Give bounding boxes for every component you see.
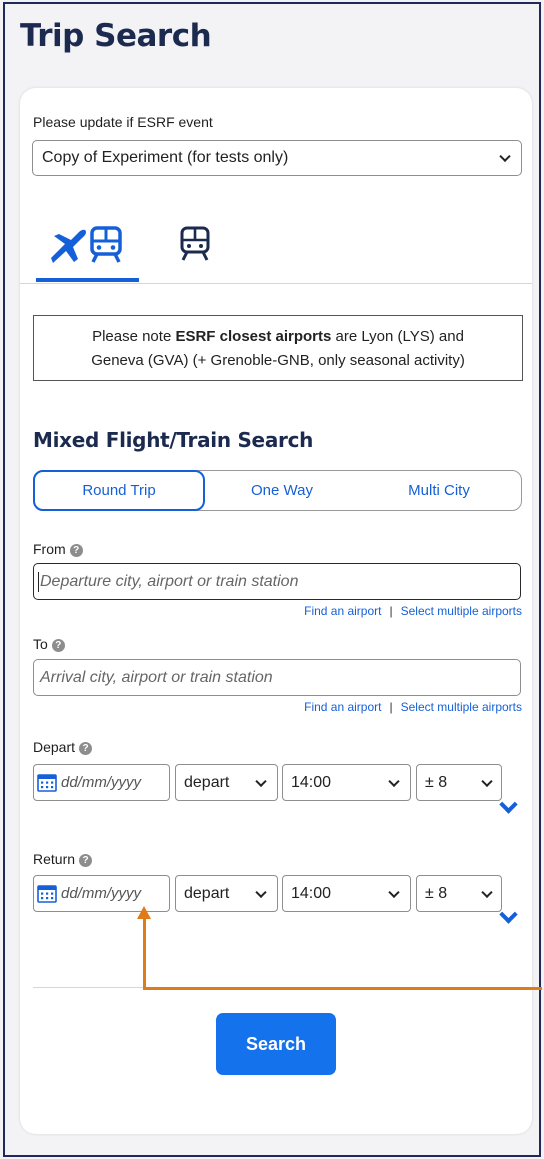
depart-label: Depart? xyxy=(33,739,93,755)
return-label: Return? xyxy=(33,851,93,867)
tab-one-way[interactable]: One Way xyxy=(217,471,347,510)
depart-time-value: 14:00 xyxy=(291,774,332,791)
depart-window-select[interactable]: ± 8 xyxy=(416,764,502,801)
train-icon xyxy=(180,226,210,261)
to-helper-links: Find an airport | Select multiple airports xyxy=(304,700,522,714)
return-time-select[interactable]: 14:00 xyxy=(282,875,411,912)
tabs-divider xyxy=(20,283,532,284)
return-window-value: ± 8 xyxy=(425,885,448,902)
select-multiple-airports-link[interactable]: Select multiple airports xyxy=(401,604,522,618)
from-label: From? xyxy=(33,541,83,557)
chevron-down-icon xyxy=(481,886,493,898)
from-label-text: From xyxy=(33,541,66,557)
depart-mode-value: depart xyxy=(184,774,230,791)
to-input[interactable]: Arrival city, airport or train station xyxy=(33,659,521,696)
depart-date-input[interactable]: dd/mm/yyyy xyxy=(33,764,170,801)
notice-prefix: Please note xyxy=(92,328,176,345)
return-label-text: Return xyxy=(33,851,76,867)
link-separator: | xyxy=(389,604,393,618)
text-cursor xyxy=(38,572,39,592)
help-icon[interactable]: ? xyxy=(69,543,83,557)
arrow-head-icon xyxy=(137,906,151,919)
to-label-text: To xyxy=(33,636,48,652)
help-icon[interactable]: ? xyxy=(51,638,65,652)
active-tab-indicator xyxy=(36,278,139,282)
airports-notice: Please note ESRF closest airports are Ly… xyxy=(33,315,523,381)
chevron-down-icon xyxy=(481,775,493,787)
from-input[interactable]: Departure city, airport or train station xyxy=(33,563,521,600)
tab-flight-train[interactable] xyxy=(36,216,139,284)
calendar-icon xyxy=(37,774,57,792)
find-airport-link[interactable]: Find an airport xyxy=(304,700,381,714)
return-mode-value: depart xyxy=(184,885,230,902)
to-placeholder: Arrival city, airport or train station xyxy=(40,669,273,686)
event-select-value: Copy of Experiment (for tests only) xyxy=(42,149,289,166)
page-title: Trip Search xyxy=(20,18,212,54)
tab-multi-city[interactable]: Multi City xyxy=(364,471,514,510)
depart-date-placeholder: dd/mm/yyyy xyxy=(61,774,142,791)
return-mode-select[interactable]: depart xyxy=(175,875,278,912)
tab-round-trip[interactable]: Round Trip xyxy=(33,470,205,511)
search-button[interactable]: Search xyxy=(216,1013,336,1075)
event-select[interactable]: Copy of Experiment (for tests only) xyxy=(32,140,522,176)
depart-window-value: ± 8 xyxy=(425,774,448,791)
from-placeholder: Departure city, airport or train station xyxy=(40,573,299,590)
notice-line-1-rest: are Lyon (LYS) and xyxy=(331,328,464,345)
find-airport-link[interactable]: Find an airport xyxy=(304,604,381,618)
depart-label-text: Depart xyxy=(33,739,76,755)
link-separator: | xyxy=(389,700,393,714)
select-multiple-airports-link[interactable]: Select multiple airports xyxy=(401,700,522,714)
notice-bold-text: ESRF closest airports xyxy=(175,328,332,345)
notice-line-2: Geneva (GVA) (+ Grenoble-GNB, only seaso… xyxy=(91,352,465,369)
help-icon[interactable]: ? xyxy=(79,741,93,755)
annotation-arrow-horizontal xyxy=(143,987,542,990)
chevron-down-icon xyxy=(255,886,267,898)
tab-train[interactable] xyxy=(170,216,220,276)
trip-type-segmented-control: Round Trip One Way Multi City xyxy=(33,470,522,511)
depart-time-select[interactable]: 14:00 xyxy=(282,764,411,801)
chevron-down-icon xyxy=(255,775,267,787)
return-time-value: 14:00 xyxy=(291,885,332,902)
depart-mode-select[interactable]: depart xyxy=(175,764,278,801)
return-window-select[interactable]: ± 8 xyxy=(416,875,502,912)
event-label: Please update if ESRF event xyxy=(33,114,213,130)
chevron-down-icon xyxy=(388,775,400,787)
chevron-down-icon xyxy=(499,150,511,163)
annotation-arrow-vertical xyxy=(143,918,146,990)
help-icon[interactable]: ? xyxy=(79,853,93,867)
calendar-icon xyxy=(37,885,57,903)
chevron-down-icon xyxy=(388,886,400,898)
from-helper-links: Find an airport | Select multiple airports xyxy=(304,604,522,618)
plane-train-icon xyxy=(51,226,122,263)
return-date-placeholder: dd/mm/yyyy xyxy=(61,885,142,902)
notice-line-1: Please note ESRF closest airports are Ly… xyxy=(34,325,522,349)
to-label: To? xyxy=(33,636,65,652)
search-section-title: Mixed Flight/Train Search xyxy=(33,428,314,452)
